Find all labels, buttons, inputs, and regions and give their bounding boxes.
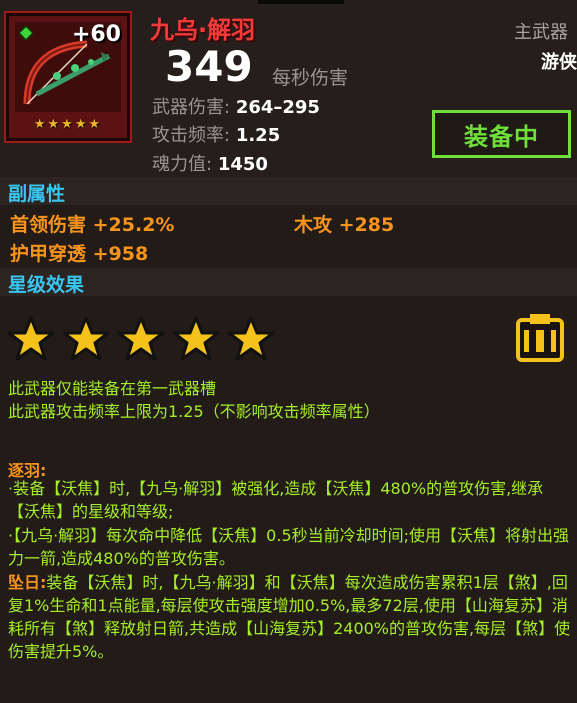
stat-value: 1.25 (235, 125, 281, 146)
bow-icon (23, 40, 111, 105)
equipped-button[interactable]: 装备中 (432, 110, 571, 158)
skill-text: 装备【沃焦】时,【九乌·解羽】和【沃焦】每次造成伤害累积1层【煞】,回复1%生命… (8, 573, 571, 661)
class-label: 游侠 (541, 52, 577, 73)
slot-label: 主武器 (514, 22, 568, 43)
section-title: 副属性 (8, 183, 66, 205)
attribute-wood-attack: 木攻 +285 (294, 214, 395, 236)
star-effect-header: 星级效果 (0, 268, 577, 296)
star-icon (228, 316, 274, 361)
attribute-boss-damage: 首领伤害 +25.2% (10, 214, 175, 236)
dps-value: 349 (165, 42, 253, 91)
effect-line: 此武器攻击频率上限为1.25（不影响攻击频率属性） (8, 402, 380, 421)
stat-key: 魂力值: (152, 154, 213, 175)
weapon-icon-frame[interactable]: +60 ★★★★★ (4, 11, 132, 143)
star-icon (118, 316, 164, 361)
star-icon (173, 316, 219, 361)
top-edge-bar (258, 0, 344, 4)
attribute-armor-pierce: 护甲穿透 +958 (10, 243, 149, 265)
skill-paragraph: ·装备【沃焦】时,【九乌·解羽】被强化,造成【沃焦】480%的普攻伤害,继承【沃… (8, 479, 544, 521)
effect-line: 此武器仅能装备在第一武器槽 (8, 379, 217, 398)
stat-value: 264–295 (235, 97, 320, 118)
weapon-name: 九乌·解羽 (150, 16, 256, 44)
skill-paragraph: 坠日:装备【沃焦】时,【九乌·解羽】和【沃焦】每次造成伤害累积1层【煞】,回复1… (8, 571, 574, 663)
stat-key: 武器伤害: (152, 97, 231, 118)
stat-value: 1450 (217, 154, 268, 175)
section-title: 星级效果 (8, 274, 85, 296)
stat-soul-power: 魂力值: 1450 (152, 150, 268, 176)
skill-paragraph: ·【九乌·解羽】每次命中降低【沃焦】0.5秒当前冷却时间;使用【沃焦】将射出强力… (8, 526, 570, 568)
star-icon (8, 316, 54, 361)
sub-attributes-header: 副属性 (0, 177, 577, 205)
star-icon (63, 316, 109, 361)
stat-attack-rate: 攻击频率: 1.25 (152, 121, 280, 147)
skill-title: 坠日: (8, 573, 47, 592)
info-book-icon[interactable] (514, 312, 566, 364)
dps-label: 每秒伤害 (272, 67, 349, 89)
weapon-star-rating: ★★★★★ (33, 117, 103, 132)
stat-weapon-damage: 武器伤害: 264–295 (152, 93, 320, 119)
stat-key: 攻击频率: (152, 125, 231, 146)
